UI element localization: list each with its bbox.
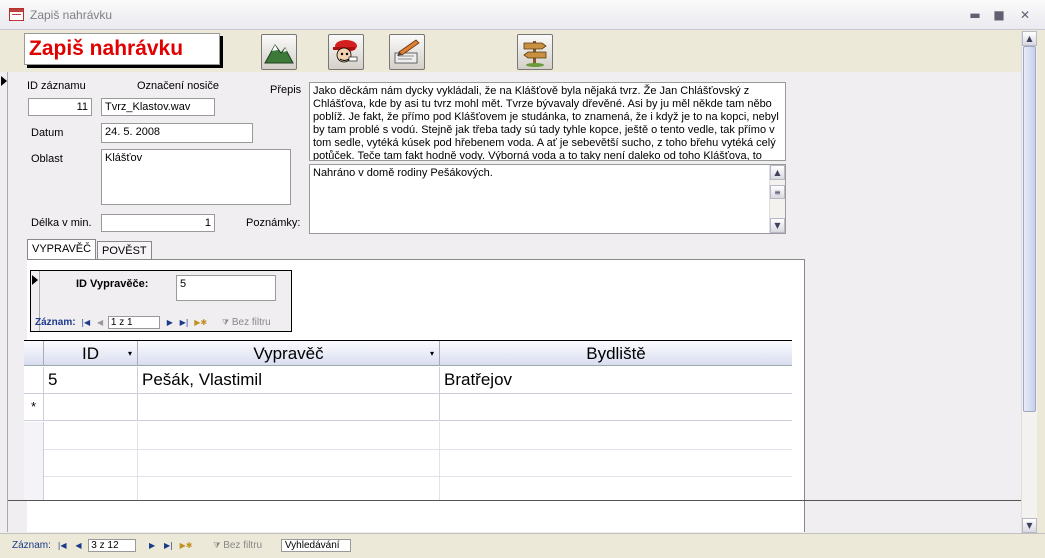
main-next-record-icon[interactable]: ▶ [149, 541, 155, 550]
edit-button[interactable] [389, 34, 425, 70]
column-header-id[interactable]: ID ▾ [44, 341, 138, 366]
main-new-record-icon[interactable]: ▶✱ [180, 541, 193, 550]
prev-record-icon[interactable]: ◀ [97, 318, 103, 327]
edit-pencil-icon [394, 39, 420, 64]
main-nav-label: Záznam: [12, 540, 51, 551]
subform-nav-label: Záznam: [35, 317, 76, 328]
window-titlebar: Zapiš nahrávku ▬ ■ ✕ [0, 0, 1045, 30]
character-button[interactable] [328, 34, 364, 70]
current-record-arrow-icon [1, 76, 7, 86]
column-residence-label: Bydliště [586, 344, 646, 363]
main-filter-button[interactable]: ⧩ Bez filtru [213, 540, 262, 551]
form-scrollbar[interactable]: ▲ ▼ [1021, 31, 1037, 533]
tab-narrator[interactable]: VYPRAVĚČ [27, 239, 97, 260]
carrier-field[interactable]: Tvrz_Klastov.wav [101, 98, 215, 116]
date-label: Datum [31, 127, 64, 139]
form-detail: ID záznamu Označení nosiče 11 Tvrz_Klast… [0, 72, 1021, 533]
narrator-id-label: ID Vypravěče: [76, 278, 149, 290]
scroll-up-icon[interactable]: ▲ [770, 165, 785, 180]
form-body: Zapiš nahrávku ID záznamu Označení nosič… [0, 31, 1021, 533]
length-field[interactable]: 1 [101, 214, 215, 232]
column-header-narrator[interactable]: Vypravěč ▾ [138, 341, 440, 366]
main-filter-icon: ⧩ [213, 541, 221, 550]
section-divider [8, 500, 1021, 501]
subform-filter-label: Bez filtru [231, 317, 271, 328]
tab-legend[interactable]: POVĚST [97, 241, 152, 260]
carrier-label: Označení nosiče [137, 80, 219, 92]
window-title: Zapiš nahrávku [30, 8, 113, 22]
new-record-icon[interactable]: ▶✱ [194, 318, 207, 327]
subform-record-position[interactable]: 1 z 1 [107, 316, 160, 329]
notes-scrollbar[interactable]: ▲ ≡ ▼ [769, 165, 785, 233]
scroll-down-icon[interactable]: ▼ [770, 218, 785, 233]
next-record-icon[interactable]: ▶ [167, 318, 173, 327]
main-prev-record-icon[interactable]: ◀ [75, 541, 81, 550]
column-narrator-label: Vypravěč [253, 344, 324, 363]
main-record-position[interactable]: 3 z 12 [88, 539, 137, 552]
column-header-residence[interactable]: Bydliště [440, 341, 792, 366]
cell-residence[interactable]: Bratřejov [440, 367, 792, 394]
form-scroll-thumb[interactable] [1023, 46, 1036, 412]
form-title: Zapiš nahrávku [24, 33, 220, 65]
narrator-subform: ID Vypravěče: 5 Záznam: |◀ ◀ 1 z 1 ▶ ▶| … [30, 270, 292, 332]
subform-nav-bar: Záznam: |◀ ◀ 1 z 1 ▶ ▶| ▶✱ ⧩ Bez filtru [35, 316, 271, 329]
grid-header: ID ▾ Vypravěč ▾ Bydliště [24, 341, 792, 366]
record-nav-bar: Záznam: |◀ ◀ 3 z 12 ▶ ▶| ▶✱ ⧩ Bez filtru… [0, 533, 1045, 558]
id-label: ID záznamu [27, 80, 86, 92]
narrator-grid: ID ▾ Vypravěč ▾ Bydliště 5 Pešák, Vlasti… [24, 340, 792, 501]
mountain-icon [264, 44, 294, 64]
notes-text: Nahráno v domě rodiny Pešákových. [313, 167, 493, 179]
maximize-icon[interactable]: ■ [990, 6, 1008, 24]
form-header: Zapiš nahrávku [0, 31, 1021, 71]
close-icon[interactable]: ✕ [1016, 6, 1034, 24]
last-record-icon[interactable]: ▶| [180, 318, 189, 327]
search-input[interactable]: Vyhledávání [280, 539, 351, 552]
new-cell-residence[interactable] [440, 394, 792, 421]
empty-column-id [44, 422, 138, 501]
column-narrator-dropdown-icon[interactable]: ▾ [430, 341, 434, 366]
subform-current-arrow-icon [32, 275, 38, 285]
main-nav: Záznam: |◀ ◀ 3 z 12 ▶ ▶| ▶✱ ⧩ Bez filtru… [12, 539, 351, 552]
new-cell-id[interactable] [44, 394, 138, 421]
column-id-label: ID [82, 344, 99, 363]
signpost-icon [523, 41, 547, 67]
mountain-button[interactable] [261, 34, 297, 70]
filter-icon: ⧩ [221, 318, 230, 327]
notes-label: Poznámky: [246, 217, 301, 229]
area-field[interactable]: Klášťov [101, 149, 291, 205]
record-selector[interactable] [0, 72, 8, 532]
empty-column-narrator [138, 422, 440, 501]
id-field[interactable]: 11 [28, 98, 92, 116]
area-label: Oblast [31, 153, 63, 165]
cell-id[interactable]: 5 [44, 367, 138, 394]
main-first-record-icon[interactable]: |◀ [58, 541, 67, 550]
grid-line [44, 476, 792, 477]
scroll-thumb[interactable]: ≡ [770, 185, 785, 199]
form-window-icon [9, 8, 24, 21]
date-field[interactable]: 24. 5. 2008 [101, 123, 253, 143]
cell-narrator[interactable]: Pešák, Vlastimil [138, 367, 440, 394]
signpost-button[interactable] [517, 34, 553, 70]
column-id-dropdown-icon[interactable]: ▾ [128, 341, 132, 366]
main-filter-label: Bez filtru [223, 540, 263, 551]
new-cell-narrator[interactable] [138, 394, 440, 421]
select-all-corner[interactable] [24, 341, 44, 366]
minimize-icon[interactable]: ▬ [966, 6, 984, 24]
transcript-label: Přepis [270, 84, 302, 96]
new-row-marker: * [24, 394, 44, 421]
form-scroll-down-icon[interactable]: ▼ [1022, 518, 1037, 533]
narrator-id-field[interactable]: 5 [176, 275, 276, 301]
grid-line [44, 449, 792, 450]
character-icon [333, 40, 358, 63]
row-selector[interactable] [24, 367, 44, 394]
length-label: Délka v min. [31, 217, 92, 229]
form-scroll-up-icon[interactable]: ▲ [1022, 31, 1037, 46]
first-record-icon[interactable]: |◀ [81, 318, 90, 327]
main-last-record-icon[interactable]: ▶| [164, 541, 173, 550]
empty-selector-column [24, 422, 44, 501]
transcript-field[interactable]: Jako děckám nám dycky vykládali, že na K… [309, 82, 786, 161]
notes-field[interactable]: Nahráno v domě rodiny Pešákových. ▲ ≡ ▼ [309, 164, 786, 234]
subform-filter-button[interactable]: ⧩ Bez filtru [222, 317, 271, 328]
